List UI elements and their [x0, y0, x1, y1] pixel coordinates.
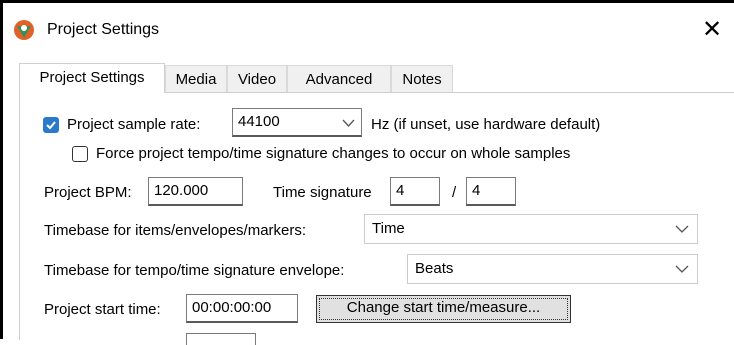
tab-advanced[interactable]: Advanced: [287, 65, 391, 92]
chevron-down-icon: [675, 265, 689, 273]
sample-rate-hint: Hz (if unset, use hardware default): [371, 116, 601, 133]
sample-rate-checkbox[interactable]: [43, 117, 59, 133]
sample-rate-combo[interactable]: 44100: [232, 108, 362, 137]
force-tempo-label: Force project tempo/time signature chang…: [96, 145, 571, 162]
start-time-input[interactable]: 00:00:00:00: [186, 294, 298, 323]
force-tempo-checkbox[interactable]: [72, 146, 88, 162]
sample-rate-label: Project sample rate:: [67, 116, 201, 133]
timebase-items-label: Timebase for items/envelopes/markers:: [44, 222, 307, 239]
sample-rate-value: 44100: [238, 113, 280, 130]
time-signature-label: Time signature: [273, 184, 372, 201]
chevron-down-icon: [675, 225, 689, 233]
bpm-input[interactable]: 120.000: [148, 177, 243, 206]
timebase-items-select[interactable]: Time: [364, 214, 698, 244]
bpm-label: Project BPM:: [44, 184, 132, 201]
chevron-down-icon: [342, 119, 355, 127]
project-settings-window: Project Settings ✕ Project Settings Medi…: [3, 3, 734, 345]
timebase-tempo-value: Beats: [415, 260, 454, 277]
time-signature-denominator[interactable]: 4: [466, 177, 516, 206]
timebase-tempo-select[interactable]: Beats: [407, 254, 698, 284]
time-signature-separator: /: [452, 184, 457, 201]
tab-project-settings[interactable]: Project Settings: [19, 63, 165, 93]
start-time-label: Project start time:: [44, 301, 161, 318]
tab-media[interactable]: Media: [165, 65, 227, 92]
tab-notes[interactable]: Notes: [391, 65, 453, 92]
time-signature-numerator[interactable]: 4: [390, 177, 440, 206]
close-icon[interactable]: ✕: [697, 15, 727, 45]
timebase-items-value: Time: [372, 220, 405, 237]
change-start-time-button[interactable]: Change start time/measure...: [316, 295, 571, 323]
change-start-time-button-label: Change start time/measure...: [346, 299, 541, 316]
timebase-tempo-label: Timebase for tempo/time signature envelo…: [44, 262, 345, 279]
checkmark-icon: [46, 121, 56, 130]
tab-video[interactable]: Video: [227, 65, 287, 92]
window-title: Project Settings: [47, 21, 160, 38]
title-bar[interactable]: Project Settings ✕: [3, 3, 734, 53]
reaper-logo-icon: [14, 20, 34, 40]
partial-input-field[interactable]: [186, 333, 256, 345]
